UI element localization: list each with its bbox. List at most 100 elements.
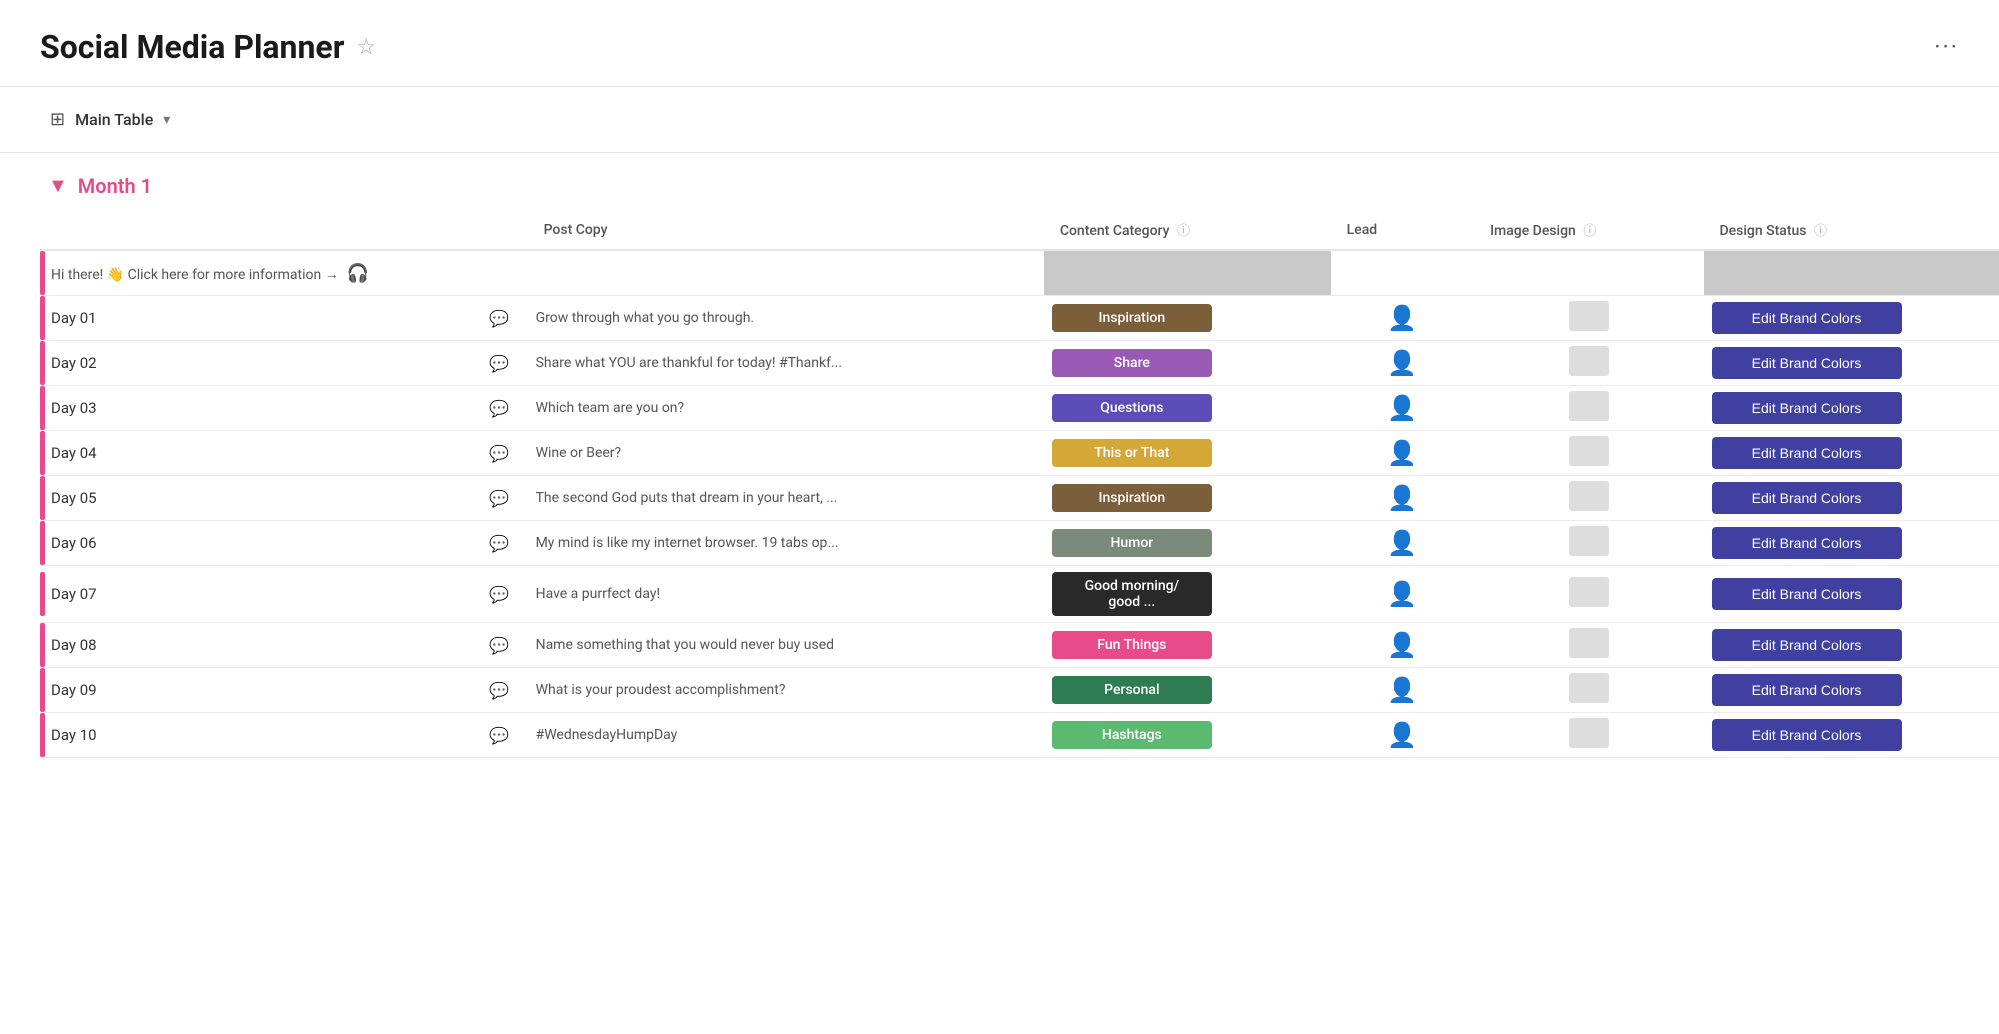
cell-content-category: Inspiration bbox=[1044, 296, 1331, 341]
cell-lead: 👤 bbox=[1331, 341, 1474, 386]
category-badge: Good morning/ good ... bbox=[1052, 572, 1212, 616]
category-badge: Hashtags bbox=[1052, 721, 1212, 749]
row-left-border bbox=[40, 623, 45, 667]
image-thumbnail bbox=[1569, 436, 1609, 466]
cell-row-label: Day 07 bbox=[40, 566, 470, 623]
cell-content-category bbox=[1044, 250, 1331, 296]
cell-row-label: Day 04 bbox=[40, 431, 470, 476]
row-label-text: Day 02 bbox=[51, 354, 97, 372]
comment-icon[interactable]: 💬 bbox=[489, 636, 509, 655]
cell-content-category: Questions bbox=[1044, 386, 1331, 431]
star-icon[interactable]: ☆ bbox=[356, 35, 376, 60]
edit-brand-colors-button[interactable]: Edit Brand Colors bbox=[1712, 302, 1902, 334]
row-label-text: Day 06 bbox=[51, 534, 97, 552]
avatar: 👤 bbox=[1387, 394, 1417, 422]
row-label-text: Day 04 bbox=[51, 444, 97, 462]
edit-brand-colors-button[interactable]: Edit Brand Colors bbox=[1712, 482, 1902, 514]
image-design-info-icon[interactable]: ⓘ bbox=[1583, 224, 1596, 239]
cell-comment: 💬 bbox=[470, 431, 527, 476]
avatar: 👤 bbox=[1387, 580, 1417, 608]
month-collapse-button[interactable]: ▼ bbox=[48, 173, 68, 198]
col-header-content-category: Content Category ⓘ bbox=[1044, 210, 1331, 250]
cell-design-status: Edit Brand Colors bbox=[1704, 296, 1999, 341]
category-badge: Fun Things bbox=[1052, 631, 1212, 659]
row-label-text: Day 03 bbox=[51, 399, 97, 417]
cell-comment: 💬 bbox=[470, 668, 527, 713]
table-row: Day 10💬#WednesdayHumpDayHashtags👤Edit Br… bbox=[40, 713, 1999, 758]
avatar: 👤 bbox=[1387, 439, 1417, 467]
edit-brand-colors-button[interactable]: Edit Brand Colors bbox=[1712, 629, 1902, 661]
cell-post-copy: My mind is like my internet browser. 19 … bbox=[528, 521, 1044, 566]
row-label-text: Day 01 bbox=[51, 309, 97, 327]
comment-icon[interactable]: 💬 bbox=[489, 489, 509, 508]
title-row: Social Media Planner ☆ bbox=[40, 28, 376, 66]
table-row: Day 03 💬 Which team are you on? Questions 👤 E… bbox=[40, 386, 1999, 431]
avatar: 👤 bbox=[1387, 721, 1417, 749]
grid-icon: ⊞ bbox=[50, 109, 65, 130]
more-options-button[interactable]: ··· bbox=[1934, 33, 1959, 61]
image-thumbnail bbox=[1569, 628, 1609, 658]
cell-post-copy: Grow through what you go through. bbox=[528, 296, 1044, 341]
edit-brand-colors-button[interactable]: Edit Brand Colors bbox=[1712, 674, 1902, 706]
table-row: Hi there! 👋 Click here for more informat… bbox=[40, 250, 1999, 296]
comment-icon[interactable]: 💬 bbox=[489, 681, 509, 700]
comment-icon[interactable]: 💬 bbox=[489, 309, 509, 328]
view-bar: ⊞ Main Table ▾ bbox=[0, 87, 1999, 153]
cell-post-copy: Name something that you would never buy … bbox=[528, 623, 1044, 668]
cell-post-copy: Wine or Beer? bbox=[528, 431, 1044, 476]
cell-post-copy bbox=[528, 250, 1044, 296]
table-row: Day 02 💬 Share what YOU are thankful for t… bbox=[40, 341, 1999, 386]
category-badge: Questions bbox=[1052, 394, 1212, 422]
cell-lead: 👤 bbox=[1331, 623, 1474, 668]
row-left-border bbox=[40, 251, 45, 295]
design-status-info-icon[interactable]: ⓘ bbox=[1814, 224, 1827, 239]
cell-row-label: Day 02 bbox=[40, 341, 470, 386]
cell-comment: 💬 bbox=[470, 713, 527, 758]
cell-row-label: Day 06 bbox=[40, 521, 470, 566]
cell-post-copy: Share what YOU are thankful for today! #… bbox=[528, 341, 1044, 386]
comment-icon[interactable]: 💬 bbox=[489, 399, 509, 418]
app-title: Social Media Planner bbox=[40, 28, 344, 66]
image-thumbnail bbox=[1569, 526, 1609, 556]
avatar: 👤 bbox=[1387, 529, 1417, 557]
table-body: Hi there! 👋 Click here for more informat… bbox=[40, 250, 1999, 758]
cell-image-design bbox=[1474, 250, 1703, 296]
cell-row-label: Hi there! 👋 Click here for more informat… bbox=[40, 250, 470, 296]
content-category-info-icon[interactable]: ⓘ bbox=[1177, 224, 1190, 239]
cell-design-status: Edit Brand Colors bbox=[1704, 431, 1999, 476]
cell-image-design bbox=[1474, 476, 1703, 521]
avatar: 👤 bbox=[1387, 631, 1417, 659]
comment-icon[interactable]: 💬 bbox=[489, 726, 509, 745]
cell-row-label: Day 05 bbox=[40, 476, 470, 521]
image-thumbnail bbox=[1569, 718, 1609, 748]
row-label-text: Hi there! 👋 Click here for more informat… bbox=[51, 263, 369, 284]
comment-icon[interactable]: 💬 bbox=[489, 585, 509, 604]
table-row: Day 05💬The second God puts that dream in… bbox=[40, 476, 1999, 521]
edit-brand-colors-button[interactable]: Edit Brand Colors bbox=[1712, 347, 1902, 379]
edit-brand-colors-button[interactable]: Edit Brand Colors bbox=[1712, 578, 1902, 610]
category-badge: Inspiration bbox=[1052, 304, 1212, 332]
edit-brand-colors-button[interactable]: Edit Brand Colors bbox=[1712, 527, 1902, 559]
comment-icon[interactable]: 💬 bbox=[489, 534, 509, 553]
cell-comment: 💬 bbox=[470, 623, 527, 668]
view-selector[interactable]: ⊞ Main Table ▾ bbox=[40, 103, 180, 136]
edit-brand-colors-button[interactable]: Edit Brand Colors bbox=[1712, 437, 1902, 469]
cell-image-design bbox=[1474, 521, 1703, 566]
col-header-image-design: Image Design ⓘ bbox=[1474, 210, 1703, 250]
comment-icon[interactable]: 💬 bbox=[489, 444, 509, 463]
cell-row-label: Day 08 bbox=[40, 623, 470, 668]
comment-icon[interactable]: 💬 bbox=[489, 354, 509, 373]
avatar: 👤 bbox=[1387, 304, 1417, 332]
cell-post-copy: Which team are you on? bbox=[528, 386, 1044, 431]
col-header-label bbox=[40, 210, 470, 250]
row-label-text: Day 07 bbox=[51, 585, 97, 603]
cell-design-status: Edit Brand Colors bbox=[1704, 713, 1999, 758]
cell-design-status: Edit Brand Colors bbox=[1704, 386, 1999, 431]
edit-brand-colors-button[interactable]: Edit Brand Colors bbox=[1712, 392, 1902, 424]
month-title: Month 1 bbox=[78, 174, 152, 198]
image-thumbnail bbox=[1569, 481, 1609, 511]
edit-brand-colors-button[interactable]: Edit Brand Colors bbox=[1712, 719, 1902, 751]
cell-image-design bbox=[1474, 566, 1703, 623]
table-row: Day 09💬What is your proudest accomplishm… bbox=[40, 668, 1999, 713]
row-left-border bbox=[40, 521, 45, 565]
